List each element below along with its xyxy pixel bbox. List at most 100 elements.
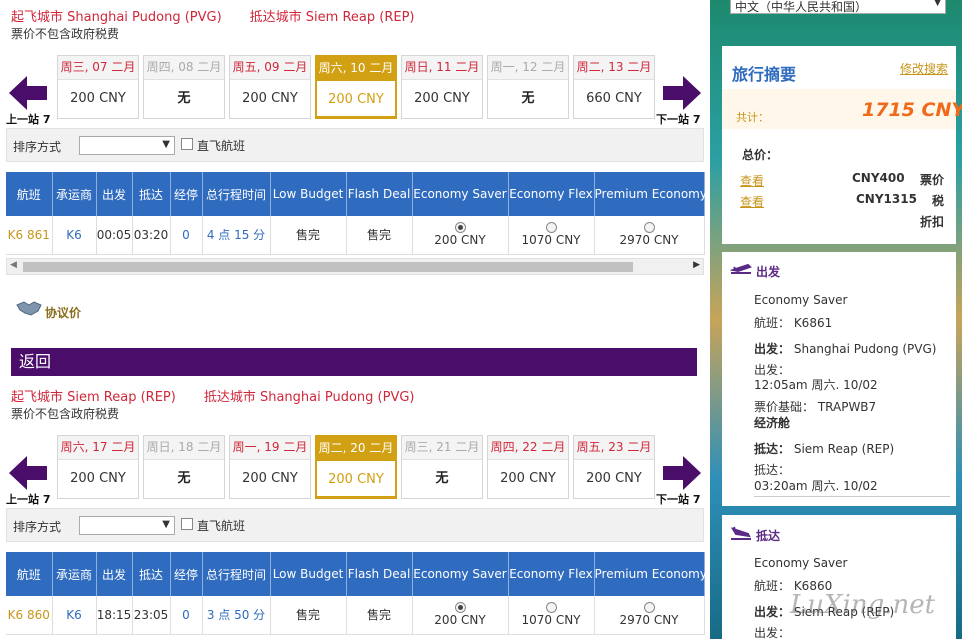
economy-saver-price: 200 CNY [434,233,486,248]
language-select[interactable]: 中文（中华人民共和国） ▼ [730,0,946,14]
date-label: 周二, 13 二月 [574,56,654,80]
outbound-to: 抵达城市 Siem Reap (REP) [249,10,415,25]
date-cell[interactable]: 周五, 09 二月 200 CNY [229,55,311,119]
scroll-right-icon[interactable]: ▶ [693,260,700,270]
sort-select[interactable]: ▼ [79,516,175,535]
date-cell[interactable]: 周一, 12 二月无 [487,55,569,119]
date-cell[interactable]: 周二, 20 二月 200 CNY [315,435,397,499]
fare-radio[interactable] [643,602,655,614]
date-price: 200 CNY [328,92,384,107]
outbound-next-label[interactable]: 下一站 7 [656,111,700,127]
economy-saver-cell[interactable]: 200 CNY [412,596,509,635]
departure-time: 00:05 [96,216,133,255]
column-header: Premium Economy [594,172,707,216]
inbound-prev-label[interactable]: 上一站 7 [6,491,50,507]
main-panel: 起飞城市 Shanghai Pudong (PVG) 抵达城市 Siem Reap… [0,0,710,639]
date-cell[interactable]: 周日, 18 二月无 [143,435,225,499]
date-price: 660 CNY [586,91,642,106]
inbound-next-arrow-icon[interactable] [661,456,701,490]
arrival-time-label: 抵达： [754,463,791,477]
duration: 3 点 50 分 [202,596,271,635]
date-price: 无 [435,471,449,486]
fare-radio[interactable] [643,222,655,234]
low-budget-cell: 售完 [270,216,347,255]
total-price-heading: 总价： [742,148,779,162]
premium-economy-cell[interactable]: 2970 CNY [594,596,705,635]
stops: 0 [170,216,203,255]
horizontal-scrollbar[interactable]: ◀ ▶ [6,258,704,275]
date-cell[interactable]: 周日, 11 二月 200 CNY [401,55,483,119]
inbound-to: 抵达城市 Shanghai Pudong (PVG) [203,390,415,405]
column-header: Low Budget [270,552,347,596]
outbound-next-arrow-icon[interactable] [661,76,701,110]
duration: 4 点 15 分 [202,216,271,255]
divider [754,496,950,497]
departure-from-label: 出发： [754,342,791,356]
chevron-down-icon: ▼ [162,139,170,150]
date-cell[interactable]: 周三, 21 二月无 [401,435,483,499]
fare-radio-selected[interactable] [454,602,466,614]
scrollbar-thumb[interactable] [23,262,633,272]
direct-flight-checkbox[interactable] [181,518,193,530]
column-header: 抵达 [132,552,171,596]
date-price: 200 CNY [500,471,556,486]
scroll-left-icon[interactable]: ◀ [10,260,17,270]
arrival-to: Siem Reap (REP) [793,442,895,456]
date-cell[interactable]: 周五, 23 二月 200 CNY [573,435,655,499]
inbound-sort-bar: 排序方式 ▼ 直飞航班 [6,508,704,542]
view-fare-link[interactable]: 查看 [740,172,764,189]
outbound-prev-arrow-icon[interactable] [9,76,49,110]
departure-fare: Economy Saver [754,293,848,307]
outbound-prev-label[interactable]: 上一站 7 [6,111,50,127]
chevron-down-icon: ▼ [162,519,170,530]
column-header: 承运商 [52,172,97,216]
date-cell[interactable]: 周一, 19 二月 200 CNY [229,435,311,499]
inbound-from: 起飞城市 Siem Reap (REP) [11,390,176,405]
date-price: 200 CNY [586,471,642,486]
date-cell[interactable]: 周四, 08 二月无 [143,55,225,119]
table-header-row: 航班 承运商 出发 抵达 经停 总行程时间 Low Budget Flash Deal Econ… [6,172,707,216]
economy-saver-cell[interactable]: 200 CNY [412,216,509,255]
column-header: 总行程时间 [202,172,271,216]
premium-economy-cell[interactable]: 2970 CNY [594,216,705,255]
date-cell[interactable]: 周四, 22 二月 200 CNY [487,435,569,499]
column-header: 出发 [96,552,133,596]
date-price: 200 CNY [70,471,126,486]
outbound-sort-bar: 排序方式 ▼ 直飞航班 [6,128,704,162]
view-tax-link[interactable]: 查看 [740,193,764,210]
cabin-class: 经济舱 [754,416,791,430]
modify-search-link[interactable]: 修改搜索 [900,60,948,77]
inbound-flight-table: 航班 承运商 出发 抵达 经停 总行程时间 Low Budget Flash Deal Econ… [6,552,707,635]
outbound-from: 起飞城市 Shanghai Pudong (PVG) [11,10,222,25]
date-cell[interactable]: 周六, 17 二月 200 CNY [57,435,139,499]
inbound-prev-arrow-icon[interactable] [9,456,49,490]
negotiated-price-link[interactable]: 协议价 [45,304,81,321]
stops: 0 [170,596,203,635]
fare-radio[interactable] [545,602,557,614]
inbound-next-label[interactable]: 下一站 7 [656,491,700,507]
economy-flex-price: 1070 CNY [521,233,581,248]
flight-number[interactable]: K6 860 [6,596,53,635]
arrival-from-label: 出发： [754,605,791,619]
date-cell[interactable]: 周二, 13 二月 660 CNY [573,55,655,119]
direct-flight-checkbox[interactable] [181,138,193,150]
economy-flex-cell[interactable]: 1070 CNY [508,216,595,255]
date-price: 无 [177,471,191,486]
departure-time: 12:05am 周六. 10/02 [754,378,878,392]
economy-flex-cell[interactable]: 1070 CNY [508,596,595,635]
flight-number[interactable]: K6 861 [6,216,53,255]
date-cell[interactable]: 周六, 10 二月 200 CNY [315,55,397,119]
low-budget-cell: 售完 [270,596,347,635]
column-header: Flash Deal [346,172,413,216]
date-label: 周一, 12 二月 [488,56,568,80]
arrival-to-label: 抵达： [754,442,791,456]
departure-flight: 航班： K6861 [754,316,833,330]
date-cell[interactable]: 周三, 07 二月 200 CNY [57,55,139,119]
fare-radio-selected[interactable] [454,222,466,234]
handshake-icon [16,299,42,317]
departure-time: 18:15 [96,596,133,635]
fare-radio[interactable] [545,222,557,234]
sort-select[interactable]: ▼ [79,136,175,155]
discount-label: 折扣 [920,215,945,229]
column-header: Low Budget [270,172,347,216]
